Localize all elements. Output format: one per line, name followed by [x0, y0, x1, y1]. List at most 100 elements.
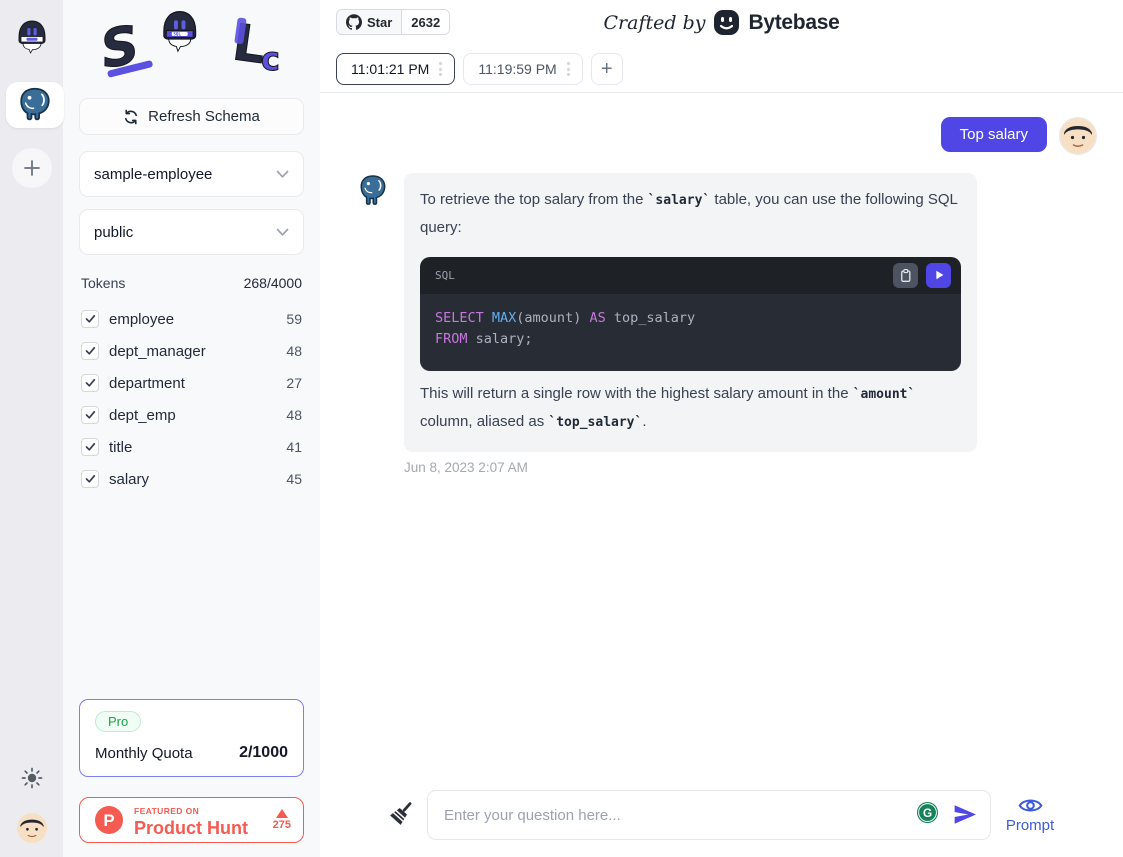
schema-select[interactable]: public	[79, 209, 304, 255]
check-icon	[85, 346, 96, 356]
table-token-count: 41	[286, 439, 302, 455]
assistant-paragraph-2: This will return a single row with the h…	[420, 380, 961, 436]
code-language-label: SQL	[435, 269, 455, 282]
add-connection-button[interactable]	[12, 148, 52, 188]
check-icon	[85, 442, 96, 452]
assistant-message-row: To retrieve the top salary from the `sal…	[356, 173, 1097, 452]
star-count: 2632	[401, 10, 449, 34]
table-token-count: 48	[286, 343, 302, 359]
inline-code: `salary`	[648, 193, 711, 208]
sidebar: S SQL L c	[63, 0, 320, 857]
crafted-by-brand[interactable]: Crafted by Bytebase	[604, 9, 840, 36]
table-checkbox[interactable]	[81, 342, 99, 360]
table-checkbox[interactable]	[81, 310, 99, 328]
tokens-value: 268/4000	[244, 275, 302, 291]
prompt-button[interactable]: Prompt	[1002, 796, 1058, 834]
svg-text:P: P	[103, 811, 114, 830]
table-name: dept_emp	[109, 407, 286, 424]
table-row: dept_manager 48	[79, 335, 304, 367]
table-list: employee 59 dept_manager 48 department 2…	[79, 303, 304, 495]
code-block-body: SELECT MAX(amount) AS top_salary FROM sa…	[420, 294, 961, 372]
check-icon	[85, 314, 96, 324]
chat-area: Top salary	[320, 93, 1123, 857]
logo-letter-c: c	[261, 40, 280, 78]
tokens-header: Tokens 268/4000	[79, 275, 304, 291]
postgresql-icon	[356, 171, 390, 215]
user-account-avatar[interactable]	[17, 813, 47, 843]
github-star-button[interactable]: Star 2632	[336, 9, 450, 35]
plus-icon	[22, 158, 42, 178]
user-message-row: Top salary	[356, 117, 1097, 155]
new-conversation-button[interactable]: +	[591, 53, 623, 85]
table-token-count: 45	[286, 471, 302, 487]
postgresql-icon	[15, 85, 55, 125]
table-token-count: 48	[286, 407, 302, 423]
bytebase-logo-icon	[713, 9, 740, 36]
tab-label: 11:01:21 PM	[351, 61, 429, 77]
table-checkbox[interactable]	[81, 438, 99, 456]
svg-text:G: G	[923, 806, 932, 820]
table-row: dept_emp 48	[79, 399, 304, 431]
theme-toggle-button[interactable]	[20, 766, 44, 795]
product-hunt-badge[interactable]: P FEATURED ON Product Hunt 275	[79, 797, 304, 843]
composer: G Prompt	[356, 790, 1097, 857]
upvote-counter: 275	[273, 809, 291, 831]
check-icon	[85, 474, 96, 484]
table-name: salary	[109, 471, 286, 488]
user-message-bubble: Top salary	[941, 117, 1047, 152]
send-icon	[953, 804, 977, 825]
table-name: department	[109, 375, 286, 392]
user-face-icon	[1060, 118, 1096, 154]
table-checkbox[interactable]	[81, 374, 99, 392]
tab-conversation-2[interactable]: 11:19:59 PM	[463, 53, 582, 85]
inline-code: `amount`	[853, 387, 916, 402]
chevron-down-icon	[276, 228, 289, 237]
upvote-triangle-icon	[276, 809, 288, 818]
database-select-value: sample-employee	[94, 166, 212, 183]
sqlchat-bot-connection[interactable]	[12, 14, 52, 60]
table-name: employee	[109, 311, 286, 328]
quota-value: 2/1000	[239, 744, 288, 762]
clear-conversation-button[interactable]	[389, 799, 416, 831]
chevron-down-icon	[276, 170, 289, 179]
quota-card: Pro Monthly Quota 2/1000	[79, 699, 304, 777]
github-icon	[346, 14, 362, 30]
table-checkbox[interactable]	[81, 406, 99, 424]
sun-icon	[20, 766, 44, 790]
send-button[interactable]	[953, 804, 977, 828]
refresh-schema-button[interactable]: Refresh Schema	[79, 98, 304, 135]
run-query-button[interactable]	[926, 263, 951, 288]
postgres-connection-active[interactable]	[6, 82, 64, 128]
upvote-count: 275	[273, 819, 291, 831]
tab-conversation-1[interactable]: 11:01:21 PM	[336, 53, 455, 85]
tab-menu-icon[interactable]	[565, 60, 572, 78]
sidebar-spacer	[79, 495, 304, 699]
table-name: dept_manager	[109, 343, 286, 360]
eye-icon	[1018, 796, 1043, 815]
sqlchat-logo: S SQL L c	[79, 0, 304, 80]
product-hunt-text: FEATURED ON Product Hunt	[134, 802, 273, 839]
question-input[interactable]	[427, 790, 991, 840]
refresh-icon	[123, 109, 139, 125]
main-panel: Star 2632 Crafted by Bytebase	[320, 0, 1123, 857]
table-row: title 41	[79, 431, 304, 463]
pro-badge: Pro	[95, 711, 141, 732]
tab-menu-icon[interactable]	[437, 60, 444, 78]
product-hunt-logo-icon: P	[94, 805, 124, 835]
question-input-wrap: G	[427, 790, 991, 840]
table-checkbox[interactable]	[81, 470, 99, 488]
code-block-header: SQL	[420, 257, 961, 294]
main-header: Star 2632 Crafted by Bytebase	[320, 0, 1123, 93]
assistant-message-bubble: To retrieve the top salary from the `sal…	[404, 173, 977, 452]
inline-code: `top_salary`	[548, 415, 642, 430]
product-hunt-name: Product Hunt	[134, 818, 248, 838]
copy-code-button[interactable]	[893, 263, 918, 288]
code-line: FROM salary;	[435, 329, 946, 350]
star-label: Star	[367, 15, 392, 30]
play-icon	[932, 268, 946, 282]
table-token-count: 27	[286, 375, 302, 391]
logo-banner-text: SQL	[173, 32, 181, 37]
grammarly-icon[interactable]: G	[916, 801, 939, 829]
database-select[interactable]: sample-employee	[79, 151, 304, 197]
assistant-avatar	[356, 171, 390, 215]
